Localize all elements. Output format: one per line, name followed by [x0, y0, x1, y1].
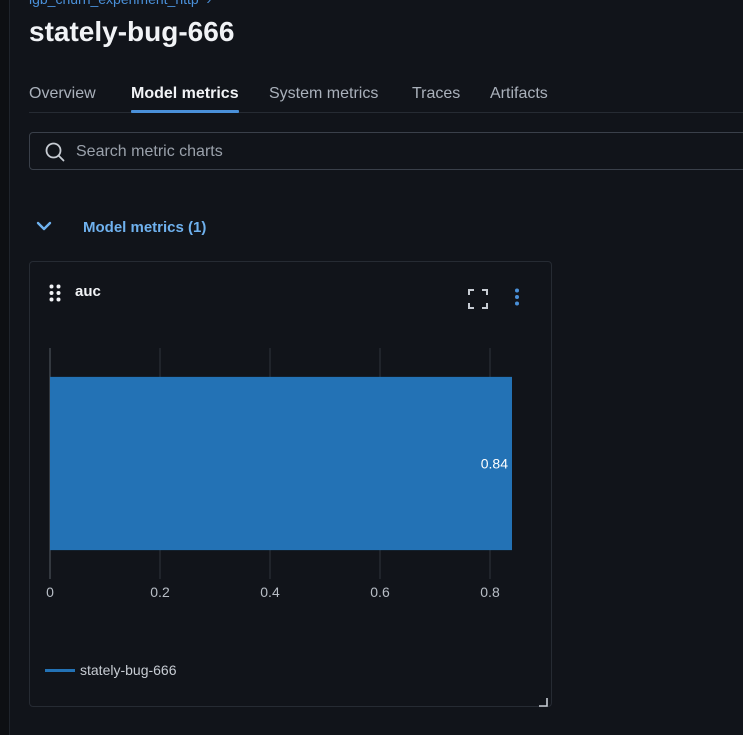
legend-label: stately-bug-666 [80, 662, 177, 678]
search-input[interactable] [74, 133, 718, 171]
tick-label: 0.4 [260, 584, 280, 600]
fullscreen-icon[interactable] [468, 289, 488, 309]
breadcrumb[interactable]: lgb_churn_experiment_http › [29, 0, 211, 7]
tab-overview[interactable]: Overview [29, 85, 96, 112]
chevron-down-icon[interactable] [36, 220, 52, 232]
search-icon [45, 142, 65, 162]
tab-bar: Overview Model metrics System metrics Tr… [29, 82, 743, 113]
chart-card: auc 0.84 0 0.2 0.4 0.6 0.8 stately-bug-666 [29, 261, 552, 707]
tick-label: 0.8 [480, 584, 500, 600]
breadcrumb-experiment-link[interactable]: lgb_churn_experiment_http [29, 0, 199, 7]
chart-title: auc [75, 283, 101, 300]
resize-handle-icon[interactable] [538, 697, 548, 707]
bar [50, 376, 512, 551]
page-title: stately-bug-666 [29, 16, 235, 47]
bar-chart: 0.84 0 0.2 0.4 0.6 0.8 [46, 348, 512, 600]
tick-label: 0.6 [370, 584, 390, 600]
data-label: 0.84 [481, 456, 508, 472]
chevron-right-icon: › [203, 0, 211, 7]
search-box[interactable] [29, 132, 743, 171]
tab-artifacts[interactable]: Artifacts [490, 85, 548, 112]
tab-traces[interactable]: Traces [412, 85, 460, 112]
section-header-model-metrics[interactable]: Model metrics (1) [29, 212, 329, 242]
legend-swatch [45, 669, 75, 672]
drag-icon[interactable] [49, 284, 61, 302]
tick-label: 0 [46, 584, 54, 600]
tab-model-metrics[interactable]: Model metrics [131, 85, 239, 113]
tick-label: 0.2 [150, 584, 170, 600]
section-title: Model metrics (1) [83, 219, 207, 236]
more-vertical-icon[interactable] [514, 288, 520, 306]
left-rail [0, 0, 10, 735]
tab-system-metrics[interactable]: System metrics [269, 85, 378, 112]
